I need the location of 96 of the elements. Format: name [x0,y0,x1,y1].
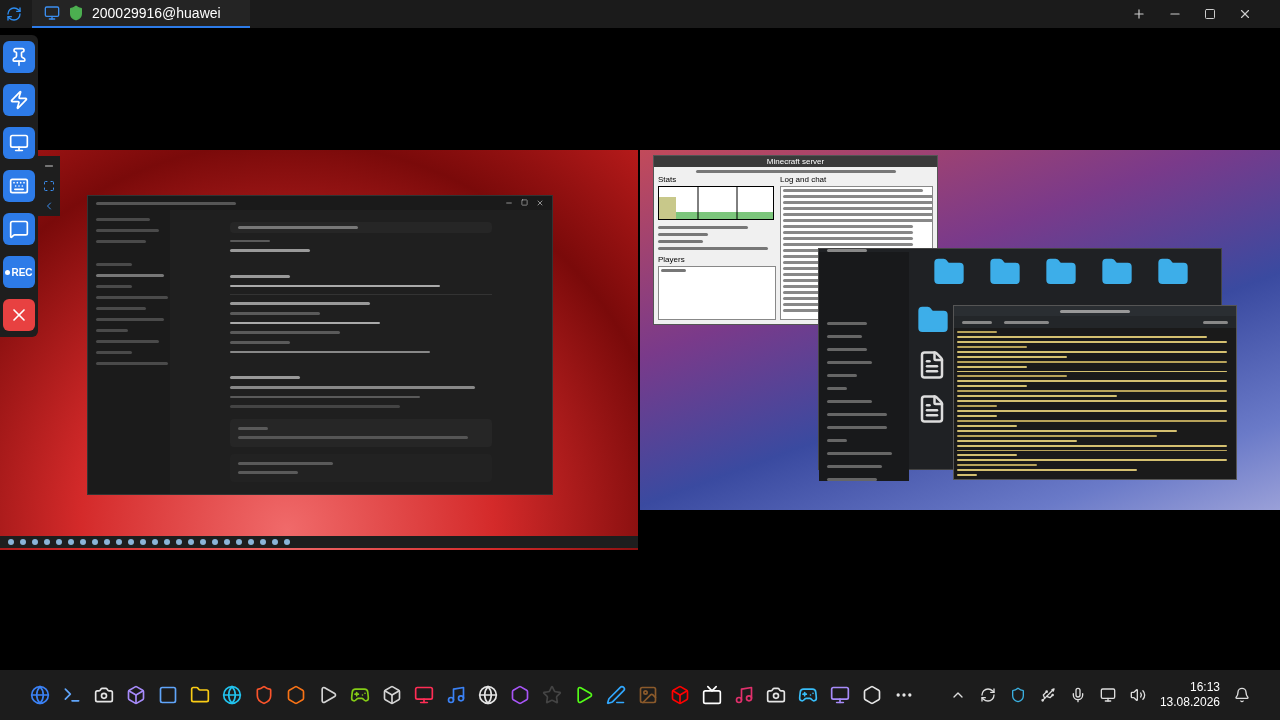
stats-label: Stats [658,176,678,184]
new-tab-icon[interactable] [1132,7,1146,21]
taskbar-app-icon[interactable] [158,685,178,705]
blurred-text-line [827,361,872,364]
blurred-text-line [96,296,168,299]
blurred-text-line [827,387,847,390]
blurred-text-line [96,218,150,221]
blurred-text-line [957,424,1017,427]
monitor-icon [44,5,60,21]
blurred-text-line [957,454,1017,457]
taskbar-app-icon[interactable] [286,685,306,705]
blurred-text-line [957,331,997,333]
blurred-text-line [96,318,164,321]
display-button[interactable] [3,127,35,159]
session-title: 200029916@huawei [92,3,221,23]
blurred-text-line [96,307,146,310]
close-icon[interactable] [536,199,544,207]
blurred-text-line [827,322,867,325]
blurred-text-line [96,285,132,288]
taskbar-app-icon[interactable] [702,685,722,705]
blurred-text-line [827,348,867,351]
blurred-text-line [957,474,977,477]
blurred-text-line [238,427,268,431]
taskbar-app-icon[interactable] [126,685,146,705]
blurred-text-line [957,345,1027,348]
blurred-text-line [1060,309,1130,313]
taskbar-app-icon[interactable] [318,685,338,705]
blurred-text-line [96,240,146,243]
taskbar-app-icon[interactable] [606,685,626,705]
blurred-text-line [96,340,159,343]
blurred-text-line [827,465,882,468]
record-button[interactable]: REC [3,256,35,288]
sync-icon[interactable] [979,687,996,703]
blurred-text-line [658,240,703,243]
close-button[interactable] [3,299,35,331]
speaker-icon[interactable] [1129,687,1146,703]
taskbar-app-icon[interactable] [190,685,210,705]
chat-button[interactable] [3,213,35,245]
bolt-icon [9,90,29,110]
blurred-text-line [827,413,887,416]
clock-time[interactable]: 16:13 [1189,680,1220,695]
blurred-text-line [96,329,128,332]
blurred-text-line [957,365,1027,368]
taskbar-app-icon[interactable] [766,685,786,705]
shield-icon[interactable] [1009,687,1026,703]
usb-icon[interactable] [1039,687,1056,703]
blurred-text-line [1004,320,1049,324]
taskbar-app-icon[interactable] [350,685,370,705]
blurred-text-line [827,400,872,403]
chat-icon [9,219,29,239]
close-icon[interactable] [1238,7,1252,21]
keyboard-icon [9,176,29,196]
fullscreen-icon[interactable] [43,180,55,192]
blurred-text-line [827,439,847,442]
blurred-text-line [661,269,686,272]
pin-icon [9,47,29,67]
blurred-text-line [230,239,270,243]
blurred-text-line [96,229,159,232]
notification-icon[interactable] [1234,687,1250,703]
blurred-text-line [96,263,132,266]
blurred-text-line [827,374,857,377]
taskbar-app-icon[interactable] [574,685,594,705]
blurred-text-line [96,351,132,354]
bolt-button[interactable] [3,84,35,116]
clock-date[interactable]: 13.08.2026 [1159,695,1220,710]
maximize-icon[interactable] [1204,8,1216,20]
blurred-text-line [827,452,892,455]
blurred-text-line [957,414,997,417]
blurred-text-line [957,405,997,407]
blurred-text-line [230,341,290,344]
pin-button[interactable] [3,41,35,73]
blurred-text-line [96,274,164,277]
taskbar-app-icon[interactable] [222,685,242,705]
taskbar-app-icon[interactable] [94,685,114,705]
blurred-text-line [957,385,1027,388]
players-label: Players [658,256,686,264]
blurred-text-line [1203,320,1228,324]
window-title: Minecraft server [766,157,825,166]
taskbar-app-icon[interactable] [62,685,82,705]
blurred-text-line [658,233,708,236]
blurred-text-line [827,335,862,338]
app-logo-icon [6,6,22,22]
taskbar-app-icon[interactable] [830,685,850,705]
blurred-text-line [238,471,298,475]
blurred-text-line [962,320,992,324]
monitor-icon [9,133,29,153]
blurred-text-line [827,426,887,429]
blurred-text-line [96,362,168,365]
blurred-text-line [230,376,300,380]
keyboard-button[interactable] [3,170,35,202]
shield-icon [68,5,84,21]
blurred-text-line [827,478,877,481]
log-label: Log and chat [780,176,828,184]
taskbar-app-icon[interactable] [798,685,818,705]
session-tab[interactable]: 200029916@huawei [32,0,250,28]
blurred-text-line [230,275,290,278]
